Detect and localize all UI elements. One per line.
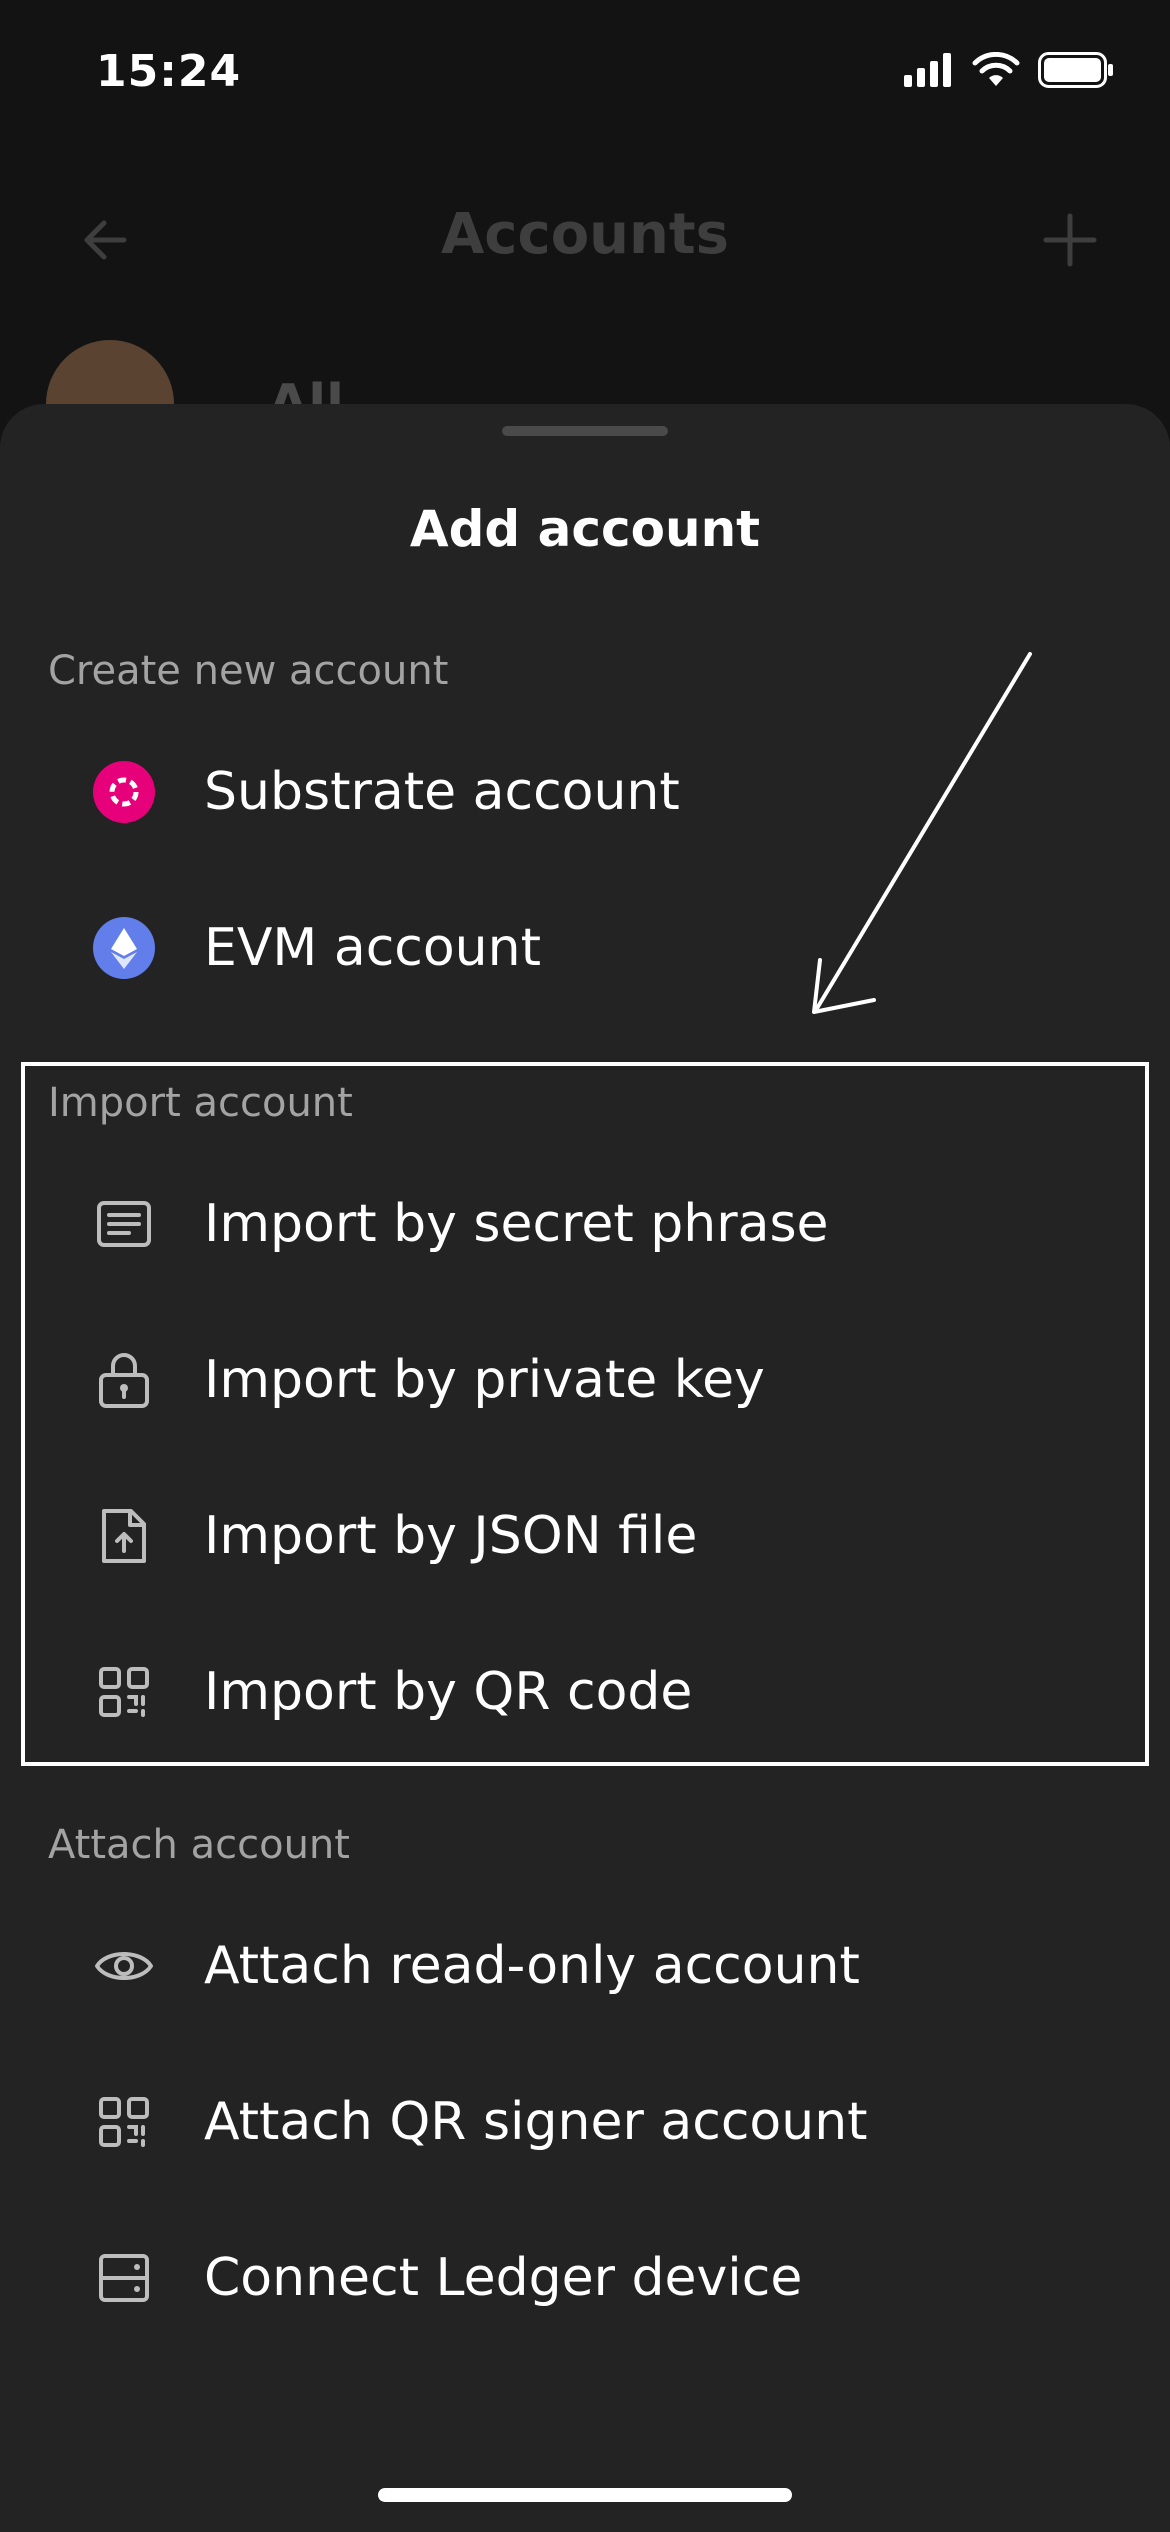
- attach-read-only-item[interactable]: Attach read-only account: [0, 1896, 1170, 2036]
- connect-ledger-label: Connect Ledger device: [204, 2248, 803, 2308]
- sheet-title: Add account: [409, 500, 761, 558]
- home-indicator[interactable]: [378, 2488, 792, 2502]
- import-section-highlight: [21, 1062, 1149, 1766]
- ledger-device-icon: [99, 2254, 149, 2302]
- add-account-sheet: Add account Create new account Substrate…: [0, 404, 1170, 2532]
- section-create-label: Create new account: [48, 648, 449, 694]
- attach-read-only-label: Attach read-only account: [204, 1936, 860, 1996]
- ethereum-icon: [93, 917, 155, 979]
- attach-qr-signer-label: Attach QR signer account: [204, 2092, 868, 2152]
- status-icons: [904, 52, 1114, 88]
- status-bar: 15:24: [0, 0, 1170, 150]
- cellular-signal-icon: [904, 53, 951, 87]
- evm-account-label: EVM account: [204, 918, 541, 978]
- attach-qr-signer-item[interactable]: Attach QR signer account: [0, 2052, 1170, 2192]
- status-time: 15:24: [96, 46, 242, 97]
- sheet-grabber[interactable]: [502, 426, 668, 436]
- wifi-icon: [972, 52, 1020, 86]
- substrate-account-label: Substrate account: [204, 762, 680, 822]
- polkadot-icon: [93, 761, 155, 823]
- section-attach-label: Attach account: [48, 1822, 350, 1868]
- plus-icon[interactable]: [1040, 210, 1100, 270]
- qr-code-icon: [99, 2097, 149, 2147]
- annotation-arrow-icon: [812, 652, 1032, 1014]
- eye-icon: [95, 1952, 153, 1980]
- accounts-header: Accounts: [0, 180, 1170, 300]
- connect-ledger-item[interactable]: Connect Ledger device: [0, 2208, 1170, 2348]
- page-title: Accounts: [440, 202, 730, 267]
- battery-icon: [1038, 52, 1113, 88]
